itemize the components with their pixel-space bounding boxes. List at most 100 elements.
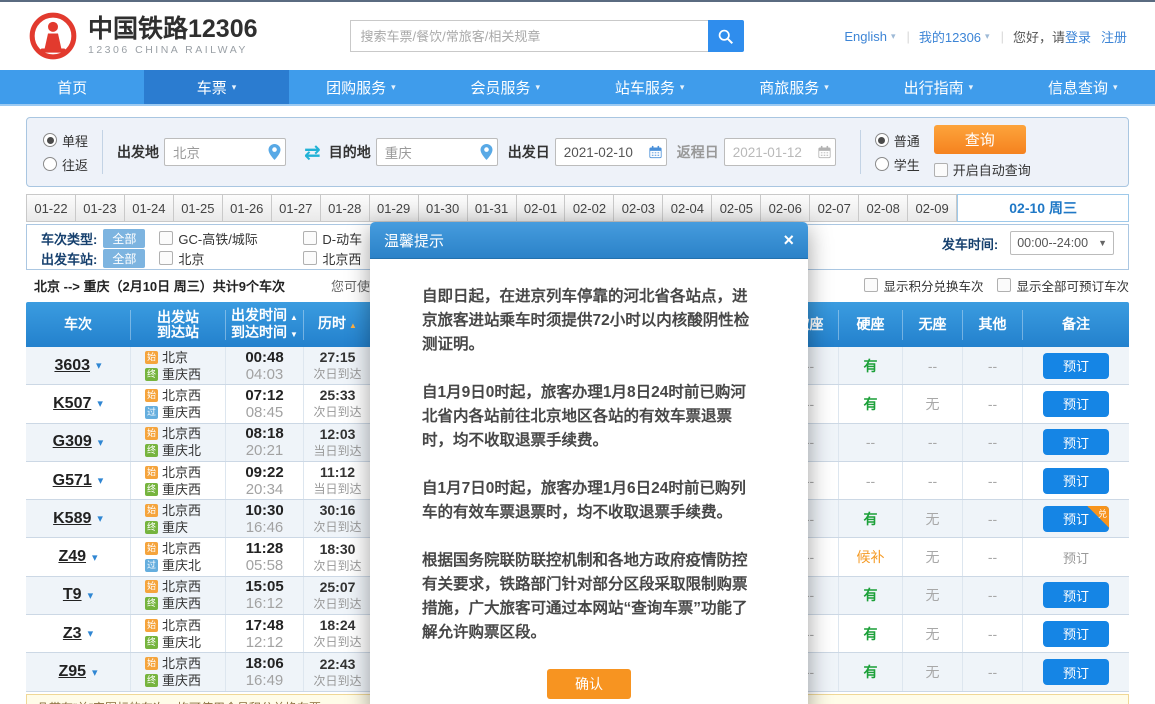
date-tab[interactable]: 02-02: [565, 194, 614, 222]
query-button[interactable]: 查询: [934, 125, 1026, 154]
train-number[interactable]: K507▾: [26, 385, 131, 422]
to-station-badge: 终: [145, 368, 158, 381]
divider: [102, 130, 103, 174]
book-button[interactable]: 预订: [1043, 391, 1109, 417]
date-tab[interactable]: 01-29: [370, 194, 419, 222]
date-tab[interactable]: 02-06: [761, 194, 810, 222]
train-number[interactable]: G571▾: [26, 462, 131, 499]
page: 中国铁路12306 12306 CHINA RAILWAY English ▾ …: [0, 0, 1155, 704]
date-tab[interactable]: 01-27: [272, 194, 321, 222]
book-button[interactable]: 预订: [1043, 468, 1109, 494]
date-tab-selected[interactable]: 02-10 周三: [957, 194, 1129, 222]
login-link[interactable]: 登录: [1065, 27, 1091, 46]
modal-title: 温馨提示: [384, 230, 444, 251]
from-station-badge: 始: [145, 351, 158, 364]
register-link[interactable]: 注册: [1101, 27, 1127, 46]
col-no-seat: 无座: [903, 310, 963, 340]
from-station-badge: 始: [145, 389, 158, 402]
book-button[interactable]: 预订: [1043, 353, 1109, 379]
my12306-menu[interactable]: 我的12306: [919, 27, 981, 46]
filter-beijing-checkbox[interactable]: 北京: [159, 249, 277, 268]
train-number[interactable]: T9▾: [26, 577, 131, 614]
date-tab[interactable]: 01-22: [26, 194, 76, 222]
nav-group-purchase[interactable]: 团购服务▾: [289, 70, 433, 104]
date-tab[interactable]: 01-23: [76, 194, 125, 222]
hard-seat-cell: 有: [839, 577, 903, 614]
from-label: 出发地: [117, 142, 159, 162]
from-station-badge: 始: [145, 504, 158, 517]
date-tab[interactable]: 01-31: [468, 194, 517, 222]
nav-travel-guide[interactable]: 出行指南▾: [866, 70, 1010, 104]
chevron-down-icon: ▾: [536, 82, 541, 93]
book-button[interactable]: 预订: [1043, 659, 1109, 685]
search-button[interactable]: [708, 20, 744, 52]
depart-time-select[interactable]: 00:00--24:00▼: [1010, 231, 1114, 255]
date-tab[interactable]: 02-09: [908, 194, 957, 222]
nav-business-travel[interactable]: 商旅服务▾: [722, 70, 866, 104]
book-button[interactable]: 预订: [1043, 429, 1109, 455]
date-tab[interactable]: 02-01: [517, 194, 566, 222]
train-number[interactable]: Z95▾: [26, 653, 131, 690]
book-cell: 预订: [1023, 653, 1129, 690]
brand-title: 中国铁路12306: [88, 16, 258, 42]
to-station-badge: 终: [145, 597, 158, 610]
train-type-all-badge[interactable]: 全部: [103, 229, 145, 248]
book-button[interactable]: 预订: [1043, 621, 1109, 647]
nav-info-query[interactable]: 信息查询▾: [1011, 70, 1155, 104]
one-way-radio[interactable]: 单程: [43, 131, 88, 150]
from-station-badge: 始: [145, 580, 158, 593]
train-number[interactable]: Z3▾: [26, 615, 131, 652]
date-tab[interactable]: 01-30: [419, 194, 468, 222]
date-tab[interactable]: 02-05: [712, 194, 761, 222]
round-trip-radio[interactable]: 往返: [43, 155, 88, 174]
date-tab[interactable]: 01-25: [174, 194, 223, 222]
stations-cell: 始北京西过重庆北: [131, 538, 226, 575]
date-tab[interactable]: 01-24: [125, 194, 174, 222]
nav-membership[interactable]: 会员服务▾: [433, 70, 577, 104]
book-button[interactable]: 预订: [1043, 582, 1109, 608]
date-tab[interactable]: 02-03: [614, 194, 663, 222]
filter-gc-checkbox[interactable]: GC-高铁/城际: [159, 229, 277, 248]
filter-beijingxi-checkbox[interactable]: 北京西: [303, 249, 361, 268]
nav-home[interactable]: 首页: [0, 70, 144, 104]
train-number[interactable]: K589▾: [26, 500, 131, 537]
from-station-badge: 始: [145, 657, 158, 670]
no-seat-cell: 无: [903, 653, 963, 690]
show-points-trains-checkbox[interactable]: 显示积分兑换车次: [864, 276, 983, 295]
normal-radio[interactable]: 普通: [875, 131, 920, 150]
student-radio[interactable]: 学生: [875, 155, 920, 174]
expand-icon: ▾: [88, 627, 94, 640]
return-date-label: 返程日: [677, 142, 719, 162]
to-field: 目的地: [329, 138, 498, 166]
train-number[interactable]: Z49▾: [26, 538, 131, 575]
col-times-sort[interactable]: 出发时间▲ 到达时间▼: [226, 310, 304, 340]
date-tab[interactable]: 01-26: [223, 194, 272, 222]
col-duration-sort[interactable]: 历时▲: [304, 310, 372, 340]
search-input[interactable]: [350, 20, 708, 52]
language-menu[interactable]: English: [844, 29, 887, 44]
modal-paragraph: 根据国务院联防联控机制和各地方政府疫情防控有关要求，铁路部门针对部分区段采取限制…: [422, 549, 756, 645]
train-number[interactable]: G309▾: [26, 424, 131, 461]
to-station-badge: 过: [145, 559, 158, 572]
close-icon[interactable]: ×: [783, 231, 794, 249]
date-tab[interactable]: 02-08: [859, 194, 908, 222]
nav-tickets[interactable]: 车票▾: [144, 70, 288, 104]
duration-cell: 25:07次日到达: [304, 577, 372, 614]
auto-query-checkbox[interactable]: 开启自动查询: [934, 160, 1031, 179]
confirm-button[interactable]: 确认: [547, 669, 631, 699]
return-date-field: 返程日: [677, 138, 836, 166]
train-number[interactable]: 3603▾: [26, 347, 131, 384]
date-tab[interactable]: 01-28: [321, 194, 370, 222]
from-station-badge: 始: [145, 466, 158, 479]
swap-stations-icon[interactable]: ⇄: [304, 140, 321, 165]
date-tab[interactable]: 02-04: [663, 194, 712, 222]
passenger-type-group: 普通 学生: [875, 131, 920, 174]
stations-cell: 始北京西终重庆西: [131, 577, 226, 614]
date-tab[interactable]: 02-07: [810, 194, 859, 222]
chevron-down-icon: ▾: [680, 82, 685, 93]
show-all-bookable-checkbox[interactable]: 显示全部可预订车次: [997, 276, 1129, 295]
nav-station-service[interactable]: 站车服务▾: [578, 70, 722, 104]
station-all-badge[interactable]: 全部: [103, 249, 145, 268]
book-cell: 预订: [1023, 538, 1129, 575]
times-cell: 18:0616:49: [226, 653, 304, 690]
